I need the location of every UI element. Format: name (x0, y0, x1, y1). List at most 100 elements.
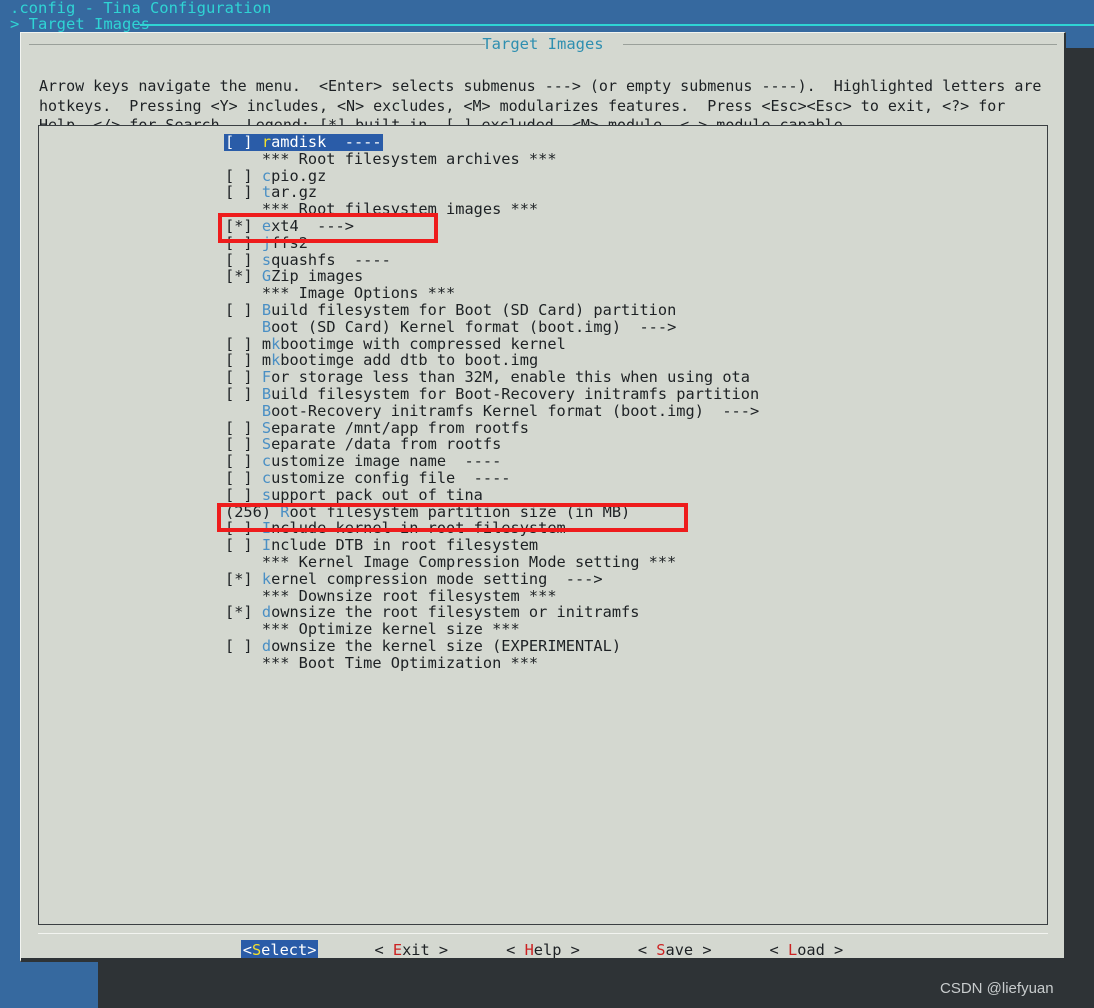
menu-item-state: [ ] (225, 351, 262, 370)
menu-item-label: nclude DTB in root filesystem (271, 536, 539, 555)
button-hotkey: H (524, 941, 534, 959)
menu-item[interactable]: [ ] squashfs ---- (225, 250, 759, 269)
menu-item-hotkey: s (261, 250, 272, 269)
button-label-post: elp > (533, 941, 580, 959)
menu-separator: *** Image Options *** (225, 284, 456, 303)
menu-item[interactable]: [ ] Separate /mnt/app from rootfs (225, 418, 759, 437)
menu-separator: *** Downsize root filesystem *** (225, 586, 557, 605)
menu-item-label: uild filesystem for Boot-Recovery initra… (271, 384, 760, 403)
menu-item-hotkey: B (261, 384, 272, 403)
button-hotkey: S (251, 941, 262, 959)
menu-item[interactable]: [ ] mkbootimge add dtb to boot.img (225, 352, 759, 369)
menu-separator: *** Kernel Image Compression Mode settin… (225, 552, 677, 571)
menu-item-label: upport pack out of tina (271, 485, 483, 504)
menu-item-hotkey: B (261, 401, 272, 420)
menu-item-state: [ ] (225, 452, 262, 471)
menu-separator: *** Root filesystem archives *** (225, 149, 557, 168)
menu-item-state: [ ] (225, 468, 262, 487)
menu-item[interactable]: [ ] ramdisk ---- (224, 134, 383, 151)
menu-item-state: [ ] (225, 418, 262, 437)
menu-separator: *** Optimize kernel size *** (225, 620, 520, 639)
button-label-post: elect> (261, 941, 317, 959)
menu-item[interactable]: [*] kernel compression mode setting ---> (225, 569, 759, 588)
menu-item-hotkey: j (261, 233, 272, 252)
menu-item-state: [ ] (225, 183, 262, 202)
menu-item-state: [ ] (225, 250, 262, 269)
menu-item[interactable]: [ ] customize config file ---- (225, 470, 759, 487)
footer-rule-top (38, 933, 1048, 934)
menu-item-state: [ ] (225, 233, 262, 252)
menu-item-label: ar.gz (271, 183, 318, 202)
watermark: CSDN @liefyuan (940, 980, 1054, 997)
button-label-pre: < (506, 941, 525, 959)
menu-item[interactable]: [ ] customize image name ---- (225, 453, 759, 470)
target-images-dialog: Target Images Arrow keys navigate the me… (20, 32, 1066, 962)
menu-item-label: Zip images (271, 267, 364, 286)
menu-item[interactable]: [*] downsize the root filesystem or init… (225, 604, 759, 621)
menu-list[interactable]: [ ] ramdisk ---- *** Root filesystem arc… (224, 134, 760, 672)
menu-item-hotkey: d (261, 603, 272, 622)
menu-separator: *** Root filesystem images *** (225, 200, 539, 219)
menu-item[interactable]: Boot-Recovery initramfs Kernel format (b… (225, 401, 760, 420)
menu-item[interactable]: Boot (SD Card) Kernel format (boot.img) … (225, 317, 759, 336)
menu-item[interactable]: [ ] For storage less than 32M, enable th… (225, 369, 759, 386)
menu-item-label: oot (SD Card) Kernel format (boot.img) -… (271, 317, 677, 336)
button-hotkey: E (392, 941, 403, 959)
menu-item-label: nclude kernel in root filesystem ---- (271, 519, 622, 538)
button-label-pre: < (769, 941, 788, 959)
button-exit[interactable]: < Exit > (372, 940, 450, 960)
menu-item[interactable]: [ ] cpio.gz (225, 166, 759, 185)
menu-item-hotkey: k (271, 351, 281, 370)
button-save[interactable]: < Save > (636, 940, 714, 960)
menu-item-label: pio.gz (271, 166, 327, 185)
menu-item-state: [*] (225, 267, 262, 286)
menu-item-label: bootimge with compressed kernel (280, 334, 566, 353)
menu-item[interactable]: (256) Root filesystem partition size (in… (225, 502, 759, 521)
menu-item[interactable]: [*] GZip images (225, 268, 759, 285)
menu-item-label: xt4 ---> (271, 216, 354, 235)
button-select[interactable]: <Select> (240, 940, 319, 960)
menu-item-label: amdisk ---- (271, 133, 382, 151)
menu-item-state: [ ] (225, 536, 262, 555)
menu-item-label: eparate /mnt/app from rootfs (271, 418, 529, 437)
menu-item-hotkey: t (261, 183, 272, 202)
menu-item-label-prefix: m (261, 351, 272, 370)
menu-item-state: [ ] (225, 334, 262, 353)
menu-item[interactable]: [*] ext4 ---> (225, 218, 759, 235)
menu-item[interactable]: [ ] Separate /data from rootfs (225, 436, 759, 453)
menu-item-label: quashfs ---- (271, 250, 391, 269)
menu-item-hotkey: k (261, 569, 272, 588)
button-label-pre: < (242, 941, 252, 959)
menu-item-hotkey: k (271, 334, 281, 353)
menu-item-label: ownsize the root filesystem or initramfs (271, 603, 640, 622)
menu-item-label: ustomize config file ---- (271, 468, 511, 487)
menu-item[interactable]: [ ] Build filesystem for Boot (SD Card) … (225, 302, 759, 319)
menu-item-label: bootimge add dtb to boot.img (280, 351, 539, 370)
menu-item[interactable]: [ ] mkbootimge with compressed kernel (225, 334, 759, 353)
footer-rule-bottom (21, 958, 1065, 960)
menu-item[interactable]: [ ] support pack out of tina (225, 485, 759, 504)
menu-item-label-prefix: m (261, 334, 272, 353)
menu-item-state: [ ] (225, 435, 262, 454)
menu-item-hotkey: s (261, 485, 272, 504)
menu-item-hotkey: B (261, 317, 272, 336)
menu-item-hotkey: G (261, 267, 272, 286)
config-title: .config - Tina Configuration (10, 0, 272, 17)
menu-item[interactable]: [ ] jffs2 (225, 233, 759, 252)
menu-item-state: [ ] (225, 368, 262, 387)
menu-item-hotkey: I (261, 536, 272, 555)
button-hotkey: L (787, 941, 798, 959)
menu-item-label: oot filesystem partition size (in MB) (289, 502, 631, 521)
button-help[interactable]: < Help > (504, 940, 582, 960)
menu-item[interactable]: [ ] downsize the kernel size (EXPERIMENT… (225, 638, 759, 655)
menu-item-hotkey: r (261, 133, 272, 151)
menu-item[interactable]: [ ] Include DTB in root filesystem (225, 537, 759, 554)
menu-item[interactable]: [ ] Build filesystem for Boot-Recovery i… (225, 386, 759, 403)
menu-item[interactable]: [ ] Include kernel in root filesystem --… (225, 520, 759, 537)
button-load[interactable]: < Load > (768, 940, 846, 960)
menu-item-state: [ ] (225, 133, 262, 151)
menu-frame: [ ] ramdisk ---- *** Root filesystem arc… (38, 125, 1048, 925)
menu-item-label: oot-Recovery initramfs Kernel format (bo… (271, 401, 760, 420)
menu-item[interactable]: [ ] tar.gz (225, 184, 759, 201)
menu-item-state: [ ] (225, 384, 262, 403)
